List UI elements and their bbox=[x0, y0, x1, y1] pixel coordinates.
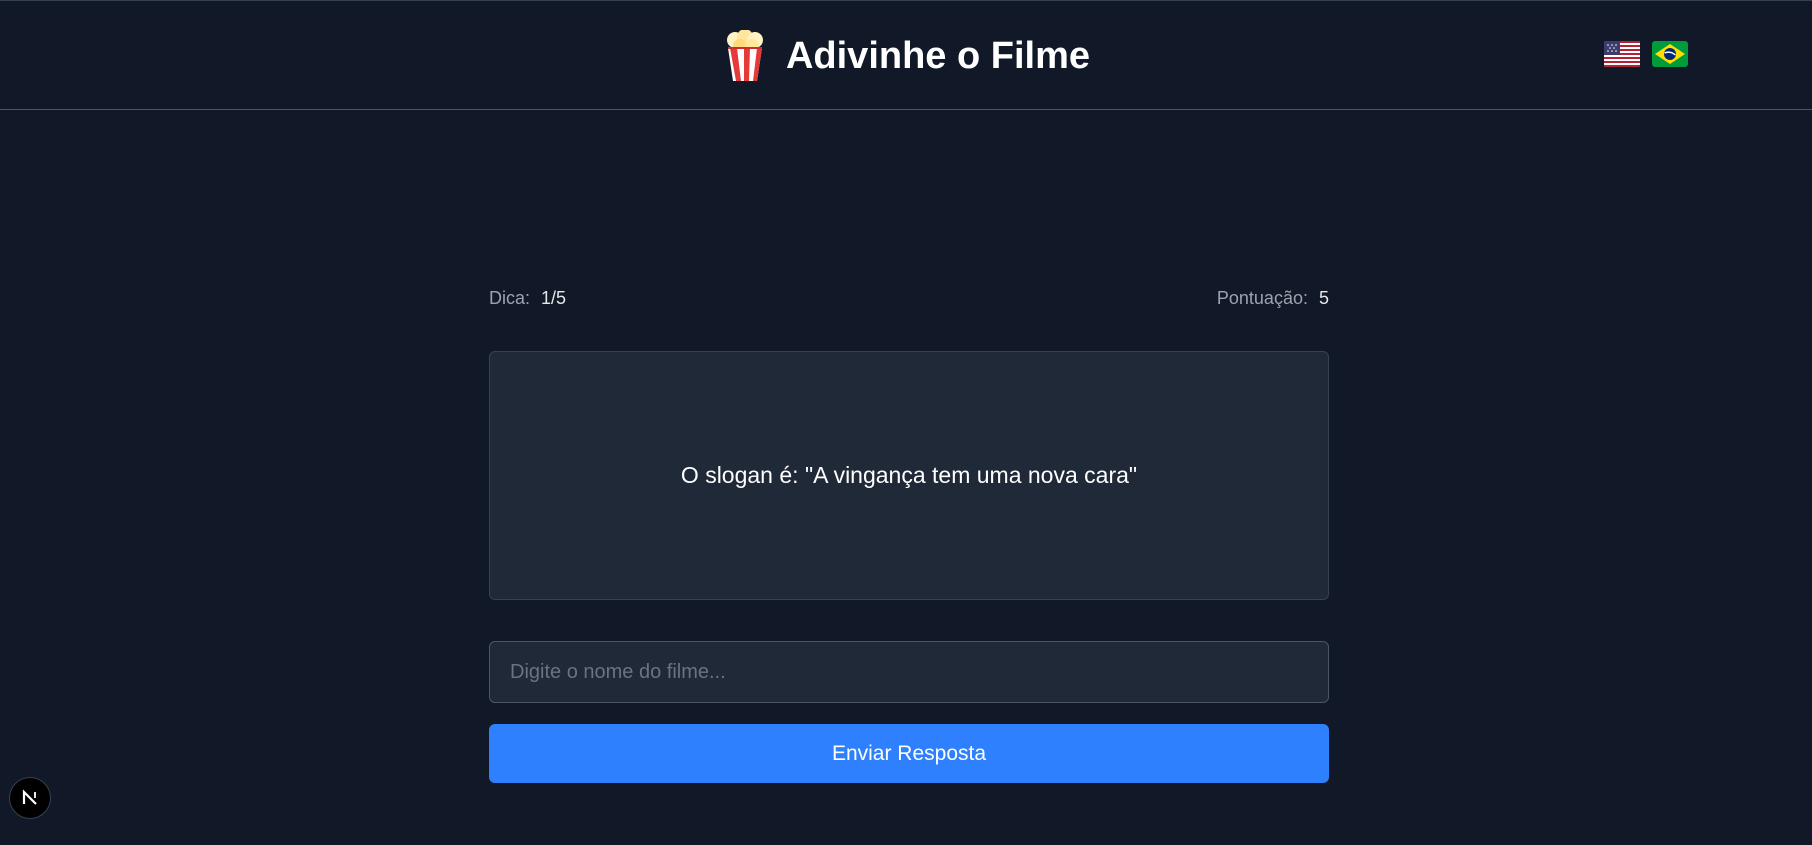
hint-value: 1/5 bbox=[541, 288, 567, 308]
score-value: 5 bbox=[1318, 288, 1329, 308]
brazil-flag-icon[interactable] bbox=[1652, 41, 1688, 67]
movie-guess-input[interactable] bbox=[489, 641, 1329, 703]
score-label: Pontuação: bbox=[1216, 288, 1308, 308]
nextjs-icon bbox=[22, 789, 37, 805]
app-title-group: Adivinhe o Filme bbox=[0, 1, 1812, 111]
top-header: Adivinhe o Filme bbox=[0, 0, 1812, 110]
hint-label: Dica: bbox=[489, 288, 531, 308]
hint-counter: Dica: 1/5 bbox=[489, 288, 566, 309]
hint-card: O slogan é: "A vingança tem uma nova car… bbox=[489, 351, 1329, 600]
us-flag-icon[interactable] bbox=[1604, 41, 1640, 67]
hint-text: O slogan é: "A vingança tem uma nova car… bbox=[680, 462, 1138, 488]
page-title: Adivinhe o Filme bbox=[785, 34, 1091, 77]
score-counter: Pontuação: 5 bbox=[1217, 288, 1329, 309]
popcorn-icon bbox=[726, 30, 763, 81]
language-selector bbox=[1604, 41, 1688, 67]
submit-answer-button[interactable]: Enviar Resposta bbox=[489, 724, 1329, 783]
nextjs-dev-badge[interactable] bbox=[9, 777, 51, 819]
game-stats: Dica: 1/5 Pontuação: 5 bbox=[489, 288, 1329, 310]
